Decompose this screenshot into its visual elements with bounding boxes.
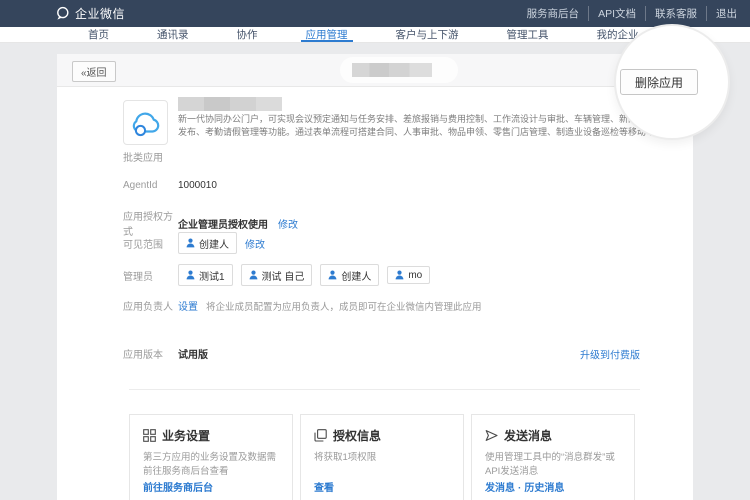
send-message-link[interactable]: 发消息 bbox=[485, 483, 515, 494]
card-title: 发送消息 bbox=[504, 427, 552, 444]
app-name-redaction bbox=[178, 97, 282, 111]
card-title-row: 授权信息 bbox=[314, 427, 450, 444]
agent-id-label: AgentId bbox=[123, 180, 178, 191]
cloud-icon bbox=[128, 108, 164, 138]
card-desc: 第三方应用的业务设置及数据需前往服务商后台查看 bbox=[143, 451, 279, 479]
row-version: 应用版本 试用版 升级到付费版 bbox=[123, 346, 693, 361]
card-send-message: 发送消息 使用管理工具中的“消息群发”或API发送消息 发消息·历史消息 bbox=[471, 414, 635, 500]
card-title: 授权信息 bbox=[333, 427, 381, 444]
visible-range-chip-label: 创建人 bbox=[199, 236, 229, 251]
row-agent-id: AgentId 1000010 bbox=[123, 180, 693, 191]
app-description-line2: 发布、考勤请假管理等功能。通过表单流程可搭建合同、人事审批、物品申领、零售门店管… bbox=[178, 126, 655, 139]
auth-mode-value: 企业管理员授权使用 bbox=[178, 216, 268, 231]
card-auth-info: 授权信息 将获取1项权限 查看 bbox=[300, 414, 464, 500]
back-button[interactable]: «返回 bbox=[72, 61, 116, 82]
link-separator: · bbox=[518, 483, 521, 494]
card-title-row: 业务设置 bbox=[143, 427, 279, 444]
brand-name: 企业微信 bbox=[75, 5, 125, 22]
owner-set-link[interactable]: 设置 bbox=[178, 298, 198, 313]
admin-chip-label: 创建人 bbox=[341, 268, 371, 283]
visible-range-modify-link[interactable]: 修改 bbox=[245, 236, 265, 251]
tab-contacts[interactable]: 通讯录 bbox=[157, 27, 189, 42]
owner-hint: 将企业成员配置为应用负责人，成员即可在企业微信内管理此应用 bbox=[206, 299, 482, 313]
app-icon bbox=[123, 100, 168, 145]
card-desc: 将获取1项权限 bbox=[314, 451, 450, 465]
copy-icon bbox=[314, 429, 327, 442]
app-detail-content: 批类应用 新一代协同办公门户，可实现会议预定通知与任务安排、差旅报销与费用控制、… bbox=[57, 87, 693, 500]
admin-chip: 创建人 bbox=[320, 264, 379, 286]
app-category-label: 批类应用 bbox=[123, 149, 163, 164]
topbar-links: 服务商后台 API文档 联系客服 退出 bbox=[527, 6, 737, 21]
version-value: 试用版 bbox=[178, 346, 208, 361]
card-desc: 使用管理工具中的“消息群发”或API发送消息 bbox=[485, 451, 621, 479]
topbar-link-contact-support[interactable]: 联系客服 bbox=[645, 6, 697, 21]
brand[interactable]: 企业微信 bbox=[55, 5, 125, 22]
page-header-strip: «返回 bbox=[57, 54, 693, 87]
topbar-link-api-docs[interactable]: API文档 bbox=[588, 6, 636, 21]
main-container: «返回 批类应用 新一代协同办公门户，可实现会议预定通知与任务安排、差旅报销与费… bbox=[57, 54, 693, 500]
person-icon bbox=[328, 270, 337, 280]
owner-label: 应用负责人 bbox=[123, 298, 178, 313]
admin-chip-label: mo bbox=[408, 270, 422, 281]
admins-label: 管理员 bbox=[123, 268, 178, 283]
version-label: 应用版本 bbox=[123, 346, 178, 361]
send-icon bbox=[485, 429, 498, 442]
card-business-settings: 业务设置 第三方应用的业务设置及数据需前往服务商后台查看 前往服务商后台 bbox=[129, 414, 293, 500]
tab-collaboration[interactable]: 协作 bbox=[237, 27, 258, 42]
topbar-link-logout[interactable]: 退出 bbox=[706, 6, 737, 21]
feature-cards: 业务设置 第三方应用的业务设置及数据需前往服务商后台查看 前往服务商后台 授权信… bbox=[129, 414, 635, 500]
history-message-link[interactable]: 历史消息 bbox=[524, 483, 564, 494]
person-icon bbox=[186, 270, 195, 280]
topbar-link-provider-console[interactable]: 服务商后台 bbox=[527, 6, 580, 21]
view-permissions-link[interactable]: 查看 bbox=[314, 479, 334, 494]
tab-app-management[interactable]: 应用管理 bbox=[306, 27, 348, 42]
row-admins: 管理员 测试1 测试 自己 创建人 bbox=[123, 264, 693, 286]
tab-admin-tools[interactable]: 管理工具 bbox=[507, 27, 549, 42]
tab-home[interactable]: 首页 bbox=[88, 27, 109, 42]
admin-chip: mo bbox=[387, 266, 430, 284]
person-icon bbox=[186, 238, 195, 248]
delete-app-button[interactable]: 删除应用 bbox=[620, 69, 698, 95]
admin-chip-label: 测试1 bbox=[199, 268, 225, 283]
card-title: 业务设置 bbox=[162, 427, 210, 444]
row-visible-range: 可见范围 创建人 修改 bbox=[123, 232, 693, 254]
app-description-line1: 新一代协同办公门户，可实现会议预定通知与任务安排、差旅报销与费用控制、工作流设计… bbox=[178, 113, 655, 126]
chat-bubble-logo-icon bbox=[55, 6, 70, 21]
grid-icon bbox=[143, 429, 156, 442]
tab-customers[interactable]: 客户与上下游 bbox=[396, 27, 459, 42]
person-icon bbox=[395, 270, 404, 280]
app-description: 新一代协同办公门户，可实现会议预定通知与任务安排、差旅报销与费用控制、工作流设计… bbox=[178, 113, 655, 139]
auth-mode-modify-link[interactable]: 修改 bbox=[278, 216, 298, 231]
upgrade-to-paid-link[interactable]: 升级到付费版 bbox=[580, 346, 640, 361]
visible-range-chip: 创建人 bbox=[178, 232, 237, 254]
admin-chip: 测试 自己 bbox=[241, 264, 313, 286]
topbar: 企业微信 服务商后台 API文档 联系客服 退出 bbox=[0, 0, 750, 27]
row-owner: 应用负责人 设置 将企业成员配置为应用负责人，成员即可在企业微信内管理此应用 bbox=[123, 298, 693, 313]
admin-chip: 测试1 bbox=[178, 264, 233, 286]
admin-chip-label: 测试 自己 bbox=[262, 268, 305, 283]
go-to-provider-console-link[interactable]: 前往服务商后台 bbox=[143, 479, 213, 494]
card-title-row: 发送消息 bbox=[485, 427, 621, 444]
person-icon bbox=[249, 270, 258, 280]
visible-range-label: 可见范围 bbox=[123, 236, 178, 251]
agent-id-value: 1000010 bbox=[178, 180, 217, 191]
send-message-links: 发消息·历史消息 bbox=[485, 479, 564, 494]
page-title-redaction bbox=[352, 63, 432, 77]
section-divider bbox=[129, 389, 640, 390]
